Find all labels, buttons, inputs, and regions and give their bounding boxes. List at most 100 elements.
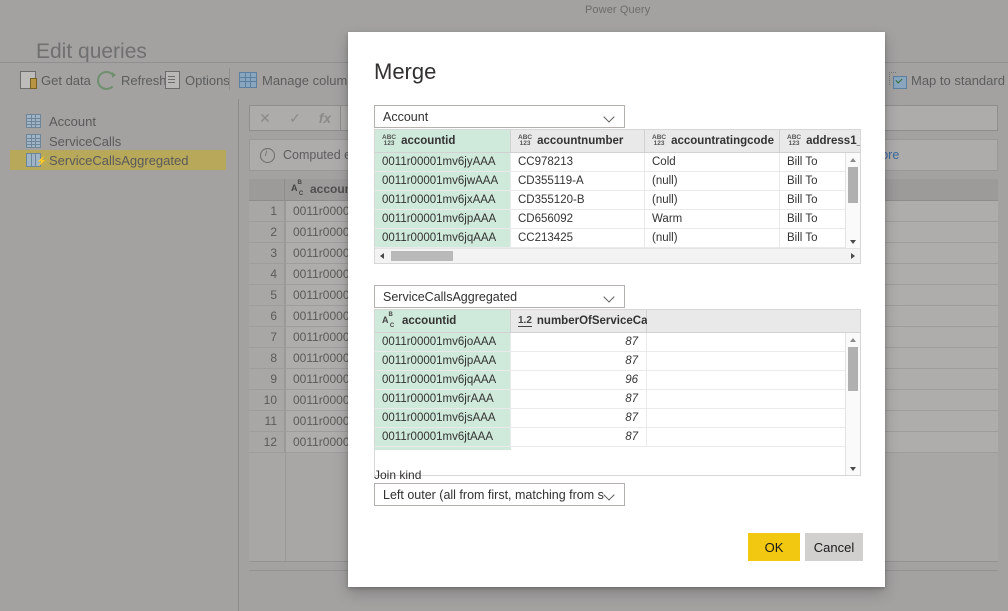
ribbon-button-refresh[interactable]: Refresh [97,68,167,92]
table-row[interactable]: 0011r00001mv6jpAAA CD656092 Warm Bill To [375,210,860,229]
ribbon-button-map-to-standard-label: Map to standard [911,73,1005,88]
row-number: 2 [249,222,285,242]
abc-text-icon: ABC [291,183,306,196]
ribbon-button-options[interactable]: Options [165,68,230,92]
cell-accountid: 0011r00001mv6joAAA [375,333,511,351]
column-header-label: accountratingcode [671,135,774,147]
column-header-label: accountid [401,135,455,147]
join-kind-dropdown[interactable]: Left outer (all from first, matching fro… [374,483,625,506]
formula-accept-icon[interactable]: ✓ [280,106,310,130]
first-table-horizontal-scrollbar[interactable] [375,248,860,263]
scroll-up-arrow-icon[interactable] [846,333,860,346]
first-query-dropdown-value: Account [383,110,604,124]
ribbon-button-refresh-label: Refresh [121,73,167,88]
table-icon [26,134,41,148]
scrollbar-thumb[interactable] [391,251,453,261]
first-query-dropdown[interactable]: Account [374,105,625,128]
row-number: 12 [249,432,285,452]
second-table-header-row: ABC accountid 1.2 numberOfServiceCalls [375,310,860,333]
sidebar-item-servicecalls[interactable]: ServiceCalls [10,131,226,151]
scroll-right-arrow-icon[interactable] [846,249,860,263]
scroll-up-arrow-icon[interactable] [846,153,860,166]
cell-accountid: 0011r00001mv6jsAAA [375,409,511,427]
sidebar-item-label: ServiceCalls [49,134,121,149]
table-row[interactable]: 0011r00001mv6joAAA 87 [375,333,860,352]
ribbon-button-options-label: Options [185,73,230,88]
scrollbar-thumb[interactable] [848,347,858,391]
row-number: 4 [249,264,285,284]
table-row[interactable]: 0011r00001mv6jqAAA CC213425 (null) Bill … [375,229,860,248]
column-header-label: address1_addr [806,135,861,147]
column-header-accountnumber[interactable]: ABC123 accountnumber [511,130,645,152]
table-row[interactable]: 0011r00001mv6jrAAA 87 [375,390,860,409]
sidebar-item-account[interactable]: Account [10,111,226,131]
scroll-left-arrow-icon[interactable] [375,249,389,263]
column-header-label: numberOfServiceCalls [537,315,660,327]
column-header-empty [647,310,861,332]
ok-button[interactable]: OK [748,533,800,561]
abc-123-icon: ABC123 [787,135,801,148]
cell-accountnumber: CD656092 [511,210,645,228]
second-table-vertical-scrollbar[interactable] [845,333,860,476]
cell-numberofservicecalls: 87 [511,333,647,351]
column-header-accountratingcode[interactable]: ABC123 accountratingcode [645,130,780,152]
cell-accountid: 0011r00001mv6jwAAA [375,172,511,190]
first-table-vertical-scrollbar[interactable] [845,153,860,249]
scroll-down-arrow-icon[interactable] [846,463,860,476]
cell-accountnumber: CC978213 [511,153,645,171]
cell-accountid: 0011r00001mv6jqAAA [375,371,511,389]
ribbon-button-get-data[interactable]: Get data [20,68,91,92]
cell-accountid: 0011r00001mv6jpAAA [375,352,511,370]
map-to-standard-icon [889,72,906,88]
table-row[interactable]: 0011r00001mv6jsAAA 87 [375,409,860,428]
ribbon-divider [229,68,230,90]
cell-numberofservicecalls: 87 [511,409,647,427]
formula-cancel-icon[interactable]: ✕ [250,106,280,130]
cell-accountid: 0011r00001mv6jrAAA [375,390,511,408]
cell-numberofservicecalls: 87 [511,390,647,408]
abc-123-icon: ABC123 [652,135,666,148]
chevron-down-icon [604,489,616,501]
row-number: 10 [249,390,285,410]
column-header-accountid[interactable]: ABC123 accountid [375,130,511,152]
page-title: Edit queries [36,40,147,64]
window-title-bar: Power Query [0,0,1008,22]
manage-columns-icon [239,72,257,88]
dialog-title: Merge [374,59,436,85]
second-query-dropdown[interactable]: ServiceCallsAggregated [374,285,625,308]
table-icon [26,114,41,128]
cell-accountratingcode: (null) [645,191,780,209]
table-row[interactable]: 0011r00001mv6jqAAA 96 [375,371,860,390]
table-row[interactable]: 0011r00001mv6jtAAA 87 [375,428,860,447]
first-query-preview-table: ABC123 accountid ABC123 accountnumber AB… [374,129,861,264]
table-row[interactable]: 0011r00001mv6jyAAA CC978213 Cold Bill To [375,153,860,172]
scrollbar-thumb[interactable] [848,167,858,203]
cell-accountnumber: CD355119-A [511,172,645,190]
column-header-address1-addr[interactable]: ABC123 address1_addr [780,130,861,152]
row-number: 1 [249,201,285,221]
fx-icon[interactable]: fx [310,106,340,130]
cancel-button[interactable]: Cancel [805,533,863,561]
cell-accountid: 0011r00001mv6jyAAA [375,153,511,171]
cell-accountratingcode: (null) [645,172,780,190]
sidebar-item-label: ServiceCallsAggregated [49,153,188,168]
column-header-numberofservicecalls[interactable]: 1.2 numberOfServiceCalls [511,310,647,332]
column-header-accountid[interactable]: ABC accountid [375,310,511,332]
table-row[interactable]: 0011r00001mv6jpAAA 87 [375,352,860,371]
second-query-dropdown-value: ServiceCallsAggregated [383,290,604,304]
cell-accountnumber: CC213425 [511,229,645,247]
ribbon-button-map-to-standard[interactable]: Map to standard [889,68,1005,92]
sidebar-item-servicecallsaggregated[interactable]: ServiceCallsAggregated [10,150,226,170]
row-number: 11 [249,411,285,431]
column-header-label: accountnumber [537,135,623,147]
row-number: 5 [249,285,285,305]
cell-accountid: 0011r00001mv6jpAAA [375,210,511,228]
join-kind-label: Join kind [374,468,421,482]
table-row[interactable]: 0011r00001mv6jxAAA CD355120-B (null) Bil… [375,191,860,210]
cell-numberofservicecalls: 87 [511,428,647,446]
cell-accountratingcode: (null) [645,229,780,247]
row-number: 7 [249,327,285,347]
ribbon-button-manage-columns[interactable]: Manage columns [239,68,361,92]
table-row[interactable]: 0011r00001mv6jwAAA CD355119-A (null) Bil… [375,172,860,191]
grid-column-separator [285,201,286,561]
